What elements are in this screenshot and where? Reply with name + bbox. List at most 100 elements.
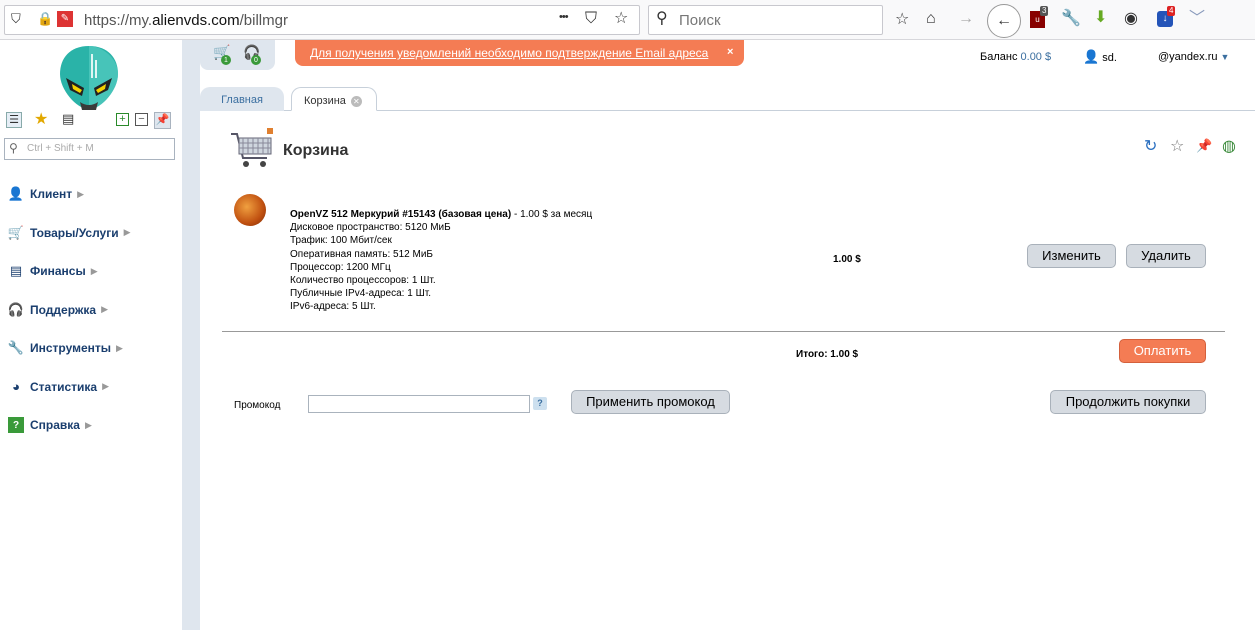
sidebar-item-help[interactable]: ? Справка ▶ [8,406,178,445]
finance-icon: ▤ [9,263,23,279]
back-icon[interactable]: ← [987,4,1021,38]
address-bar[interactable]: ⛉ 🔒 ✎ https://my.alienvds.com/billmgr ••… [4,5,640,35]
sidebar-item-statistics[interactable]: ◕ Статистика ▶ [8,368,178,407]
chevron-right-icon: ▶ [102,381,109,392]
user-menu[interactable]: 👤 sd. [1083,49,1117,65]
pocket-icon[interactable]: ⛉ [585,11,597,27]
sidebar-menu: 👤 Клиент ▶ 🛒 Товары/Услуги ▶ ▤ Финансы ▶ 🎧 Подд… [8,175,178,445]
help-icon: ? [8,417,24,434]
promo-input[interactable] [308,395,530,413]
item-name: OpenVZ 512 Меркурий #15143 (базовая цена… [290,209,512,220]
user-icon: 👤 [1083,49,1100,64]
wrench-icon[interactable]: 🔧 [1061,11,1081,27]
item-price-period: - 1.00 $ за месяц [511,209,593,220]
url-path: /billmgr [239,12,288,29]
edit-button[interactable]: Изменить [1027,244,1116,268]
globe-icon[interactable]: ◍ [1222,139,1236,155]
sidebar-search-input[interactable]: ⚲ Ctrl + Shift + M [4,138,175,160]
delete-button[interactable]: Удалить [1126,244,1206,268]
pin-icon[interactable]: 📌 [1196,139,1212,152]
account-menu[interactable]: @yandex.ru ▼ [1158,51,1229,63]
url-text[interactable]: https://my.alienvds.com/billmgr [84,12,288,29]
sidebar-item-finance[interactable]: ▤ Финансы ▶ [8,252,178,291]
cart-total: Итого: 1.00 $ [796,349,859,360]
apply-promo-button[interactable]: Применить промокод [571,390,730,414]
chevron-right-icon: ▶ [77,188,85,199]
refresh-icon[interactable]: ↻ [1144,139,1157,155]
sidebar-item-label: Справка [30,418,80,433]
chevron-down-icon[interactable]: ﹀ [1189,11,1205,27]
search-bar[interactable]: ⚲ Поиск [648,5,883,35]
expand-all-icon[interactable]: + [116,113,129,126]
favorites-star-icon[interactable]: ★ [34,112,48,128]
tab-cart[interactable]: Корзина ✕ [291,87,377,111]
extension-badge: 4 [1167,6,1176,16]
sidebar-item-label: Товары/Услуги [30,225,119,240]
user-name: sd. [1102,52,1117,64]
balance: Баланс 0.00 $ [980,51,1051,63]
forward-icon[interactable]: → [958,11,974,27]
ublock-badge: 3 [1040,6,1049,16]
privacy-icon[interactable]: ◉ [1124,11,1138,27]
home-icon[interactable]: ⌂ [926,11,936,27]
download-icon[interactable]: ⬇ [1094,10,1107,26]
promo-label: Промокод [234,400,281,411]
notice-link[interactable]: Для получения уведомлений необходимо под… [310,46,708,60]
continue-shopping-button[interactable]: Продолжить покупки [1050,390,1206,414]
balance-label: Баланс [980,51,1018,63]
bookmark-star-icon[interactable]: ☆ [614,11,628,27]
sidebar-item-label: Финансы [30,264,86,279]
cart-icon: 🛒 [7,224,25,240]
sidebar-search-placeholder: Ctrl + Shift + M [27,143,94,154]
item-spec: Публичные IPv4-адреса: 1 Шт. [290,288,431,300]
sidebar-toolbar: ☰ ★ ▤ + − 📌 [6,112,176,130]
lock-icon[interactable]: 🔒 [37,12,53,25]
page-actions-icon[interactable]: ••• [559,12,569,23]
search-icon: ⚲ [9,141,18,155]
page-title: Корзина [283,142,349,159]
chevron-right-icon: ▶ [123,227,131,238]
alien-logo[interactable] [58,44,120,112]
chevron-right-icon: ▶ [101,304,108,315]
search-placeholder: Поиск [679,12,721,29]
email-confirmation-notice: Для получения уведомлений необходимо под… [295,40,744,66]
browser-toolbar: ⛉ 🔒 ✎ https://my.alienvds.com/billmgr ••… [0,0,1255,40]
balance-value[interactable]: 0.00 $ [1021,51,1052,63]
cart-count-badge: 1 [221,55,231,65]
sidebar-item-client[interactable]: 👤 Клиент ▶ [8,175,178,214]
sidebar-item-label: Статистика [30,379,98,394]
help-icon[interactable]: ? [533,397,547,410]
support-count-badge: 0 [251,55,261,65]
pay-button[interactable]: Оплатить [1119,339,1206,363]
item-spec: Процессор: 1200 МГц [290,261,391,273]
pin-icon[interactable]: 📌 [154,112,171,129]
tree-view-icon[interactable]: ☰ [6,112,22,128]
sidebar-item-products[interactable]: 🛒 Товары/Услуги ▶ [8,214,178,253]
chevron-right-icon: ▶ [84,419,92,430]
tab-main[interactable]: Главная [200,87,284,111]
collapse-all-icon[interactable]: − [135,113,148,126]
sidebar-item-support[interactable]: 🎧 Поддержка ▶ [8,291,178,330]
bookmarks-icon[interactable]: ☆ [895,12,909,28]
site-permission-icon[interactable]: ✎ [57,11,73,27]
favorite-star-icon[interactable]: ☆ [1170,139,1184,155]
shield-icon[interactable]: ⛉ [11,12,21,25]
sidebar-item-label: Поддержка [30,302,97,317]
close-tab-icon[interactable]: ✕ [350,95,362,107]
item-spec: Количество процессоров: 1 Шт. [290,275,436,287]
sidebar-splitter[interactable] [182,40,200,630]
item-spec: Дисковое пространство: 5120 МиБ [290,222,451,234]
sidebar-item-tools[interactable]: 🔧 Инструменты ▶ [8,329,178,368]
search-icon: ⚲ [656,10,668,27]
cart-large-icon [231,128,273,167]
product-image [234,194,266,226]
cart-item-description: OpenVZ 512 Меркурий #15143 (базовая цена… [290,208,610,314]
headset-icon: 🎧 [7,301,25,317]
tools-icon: 🔧 [7,340,25,356]
item-spec: Трафик: 100 Мбит/сек [290,235,392,247]
tab-bar: Главная Корзина ✕ [200,84,1255,111]
tab-label: Корзина [304,95,346,107]
close-icon[interactable]: × [727,46,733,58]
url-prefix: https://my. [84,12,153,29]
clipboard-icon[interactable]: ▤ [62,112,74,125]
